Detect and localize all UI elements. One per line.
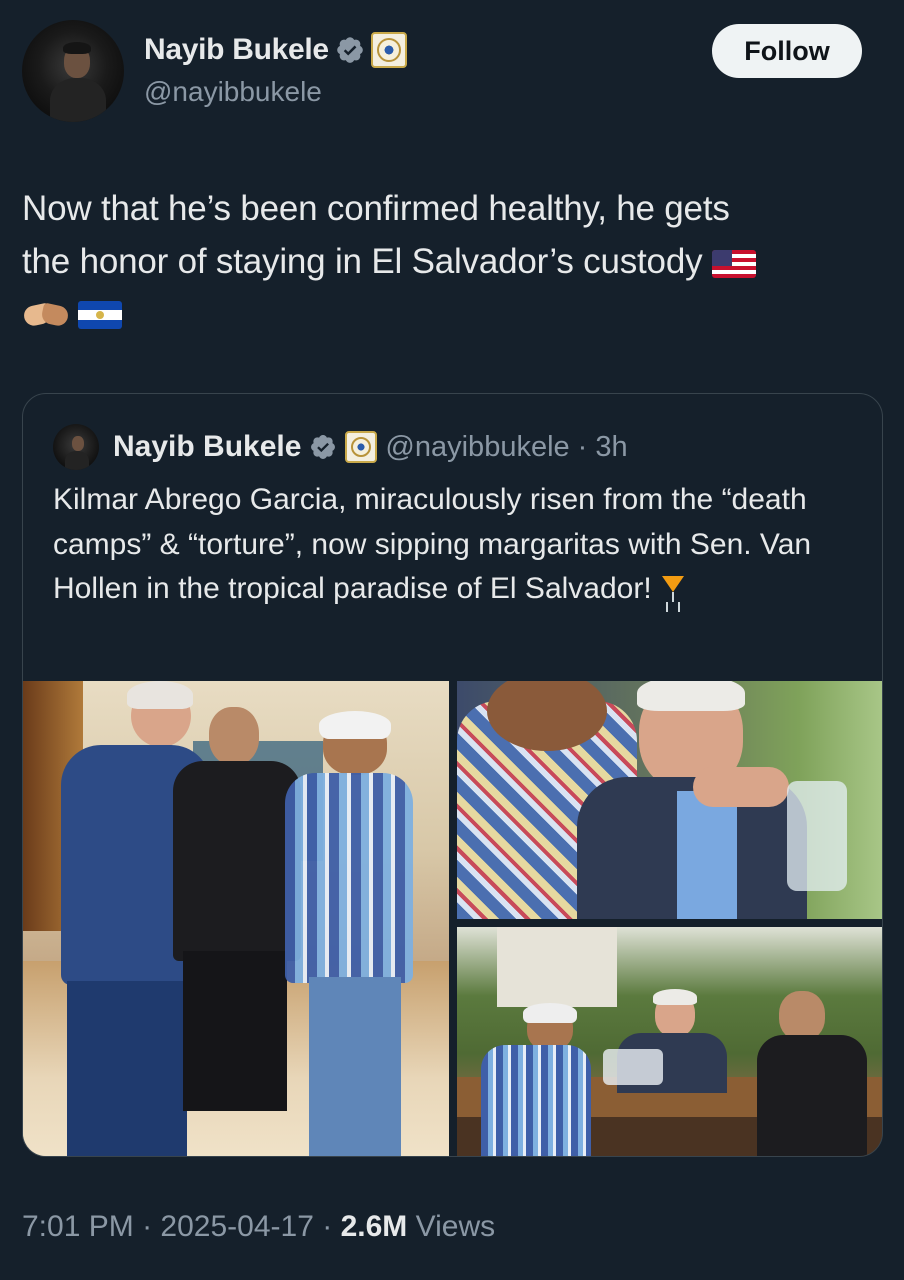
flag-el-salvador-icon: [78, 300, 122, 329]
quoted-display-name[interactable]: Nayib Bukele: [113, 430, 301, 464]
quoted-avatar[interactable]: [53, 424, 99, 470]
date[interactable]: 2025-04-17: [160, 1210, 313, 1243]
tropical-drink-icon: [660, 570, 686, 604]
quoted-handle[interactable]: @nayibbukele: [385, 431, 569, 464]
verified-badge-icon[interactable]: [309, 433, 337, 461]
quoted-tweet-text-block: Kilmar Abrego Garcia, miraculously risen…: [53, 478, 853, 612]
timestamp[interactable]: 7:01 PM: [22, 1210, 134, 1243]
author-handle[interactable]: @nayibbukele: [144, 76, 322, 108]
photo-senator-closeup[interactable]: [457, 681, 882, 919]
author-display-name[interactable]: Nayib Bukele: [144, 33, 329, 67]
quoted-time-ago[interactable]: 3h: [595, 431, 627, 464]
photo-restaurant-table[interactable]: [457, 927, 882, 1156]
separator-dot: ·: [142, 1210, 153, 1243]
tweet-text: Now that he’s been confirmed healthy, he…: [22, 182, 862, 341]
quoted-tweet-header: Nayib Bukele @nayibbukele · 3h: [53, 424, 628, 470]
tweet-text-line-1: Now that he’s been confirmed healthy, he…: [22, 189, 730, 228]
el-salvador-seal-icon[interactable]: [370, 32, 407, 68]
tweet-text-line-3-row: [22, 288, 862, 341]
handshake-icon: [22, 297, 70, 333]
photo-handshake-hotel-lobby[interactable]: [23, 681, 449, 1156]
separator-dot: ·: [322, 1210, 333, 1243]
separator-dot: ·: [577, 430, 588, 463]
quoted-tweet-text: Kilmar Abrego Garcia, miraculously risen…: [53, 483, 812, 605]
tweet-meta: 7:01 PM · 2025-04-17 · 2.6M Views: [22, 1210, 495, 1244]
tweet-header: Nayib Bukele @nayibbukele Follow: [22, 20, 882, 124]
avatar[interactable]: [22, 20, 124, 122]
quoted-tweet[interactable]: Nayib Bukele @nayibbukele · 3h Kilmar Ab…: [22, 393, 883, 1157]
tweet-text-line-2: the honor of staying in El Salvador’s cu…: [22, 242, 703, 281]
tweet-text-line-2-row: the honor of staying in El Salvador’s cu…: [22, 235, 862, 288]
views-label: Views: [415, 1210, 496, 1243]
author-name-row: Nayib Bukele: [144, 32, 407, 68]
follow-button[interactable]: Follow: [712, 24, 862, 78]
el-salvador-seal-icon[interactable]: [345, 431, 378, 463]
views-count: 2.6M: [340, 1210, 408, 1243]
verified-badge-icon[interactable]: [335, 35, 365, 65]
flag-united-states-icon: [711, 249, 756, 278]
